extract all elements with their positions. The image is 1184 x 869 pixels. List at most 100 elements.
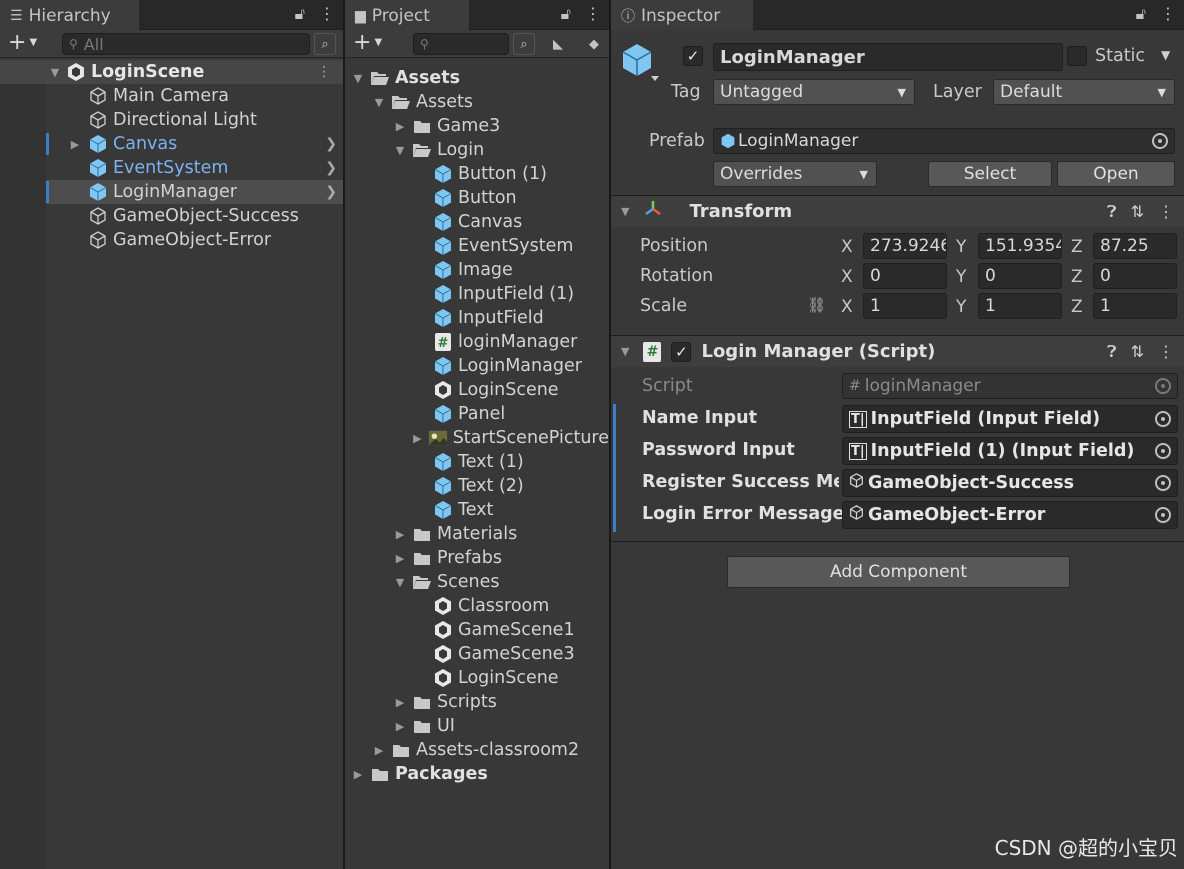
project-item[interactable]: ▶ Prefabs: [345, 546, 609, 570]
project-item[interactable]: Text (2): [345, 474, 609, 498]
project-item[interactable]: # loginManager: [345, 330, 609, 354]
hierarchy-search-input[interactable]: ⚲ All: [62, 33, 310, 55]
project-item[interactable]: ▼ Scenes: [345, 570, 609, 594]
hierarchy-item-gameobject-success[interactable]: GameObject-Success: [0, 204, 343, 228]
foldout-arrow-icon[interactable]: ▼: [621, 345, 629, 358]
tab-hierarchy[interactable]: ☰ Hierarchy: [0, 0, 139, 30]
expand-arrow-icon[interactable]: ▶: [393, 528, 407, 541]
chevron-right-icon[interactable]: ❯: [325, 160, 337, 176]
overrides-dropdown[interactable]: Overrides ▼: [713, 161, 877, 187]
project-item[interactable]: ▶ StartScenePicture: [345, 426, 609, 450]
object-picker-icon[interactable]: [1155, 411, 1171, 427]
scene-menu-icon[interactable]: ⋮: [317, 64, 331, 80]
rotation-z-field[interactable]: 0: [1093, 263, 1177, 289]
lock-icon[interactable]: 🔓︎: [1136, 4, 1146, 24]
scale-y-label[interactable]: Y: [956, 297, 966, 317]
active-checkbox[interactable]: ✓: [683, 46, 703, 66]
project-item[interactable]: LoginScene: [345, 378, 609, 402]
expand-arrow-icon[interactable]: ▼: [48, 66, 62, 79]
rotation-x-label[interactable]: X: [841, 267, 853, 287]
hierarchy-item-main-camera[interactable]: Main Camera: [0, 84, 343, 108]
lock-icon[interactable]: 🔓︎: [295, 4, 305, 24]
project-item[interactable]: ▶ UI: [345, 714, 609, 738]
transform-header[interactable]: ▼ Transform ❓︎ ⇅ ⋮: [611, 195, 1184, 227]
tag-dropdown[interactable]: Untagged ▼: [713, 79, 915, 105]
hierarchy-item-loginmanager[interactable]: LoginManager ❯: [0, 180, 343, 204]
expand-arrow-icon[interactable]: ▼: [372, 96, 386, 109]
help-icon[interactable]: ❓︎: [1107, 342, 1117, 362]
prefab-field[interactable]: LoginManager: [713, 128, 1175, 154]
login-error-message-field[interactable]: GameObject-Error: [842, 501, 1178, 529]
expand-arrow-icon[interactable]: ▼: [351, 72, 365, 85]
expand-arrow-icon[interactable]: ▶: [372, 744, 386, 757]
scene-header-row[interactable]: ▼ LoginScene ⋮: [0, 60, 343, 84]
expand-arrow-icon[interactable]: ▶: [68, 138, 82, 151]
expand-arrow-icon[interactable]: ▼: [393, 144, 407, 157]
project-item[interactable]: InputField: [345, 306, 609, 330]
project-item[interactable]: LoginManager: [345, 354, 609, 378]
project-item[interactable]: Panel: [345, 402, 609, 426]
prefab-open-button[interactable]: Open: [1057, 161, 1175, 187]
password-input-field[interactable]: T| InputField (1) (Input Field): [842, 437, 1178, 465]
scale-z-field[interactable]: 1: [1093, 293, 1177, 319]
position-x-label[interactable]: X: [841, 237, 853, 257]
lock-icon[interactable]: 🔓︎: [561, 4, 571, 24]
foldout-arrow-icon[interactable]: ▼: [621, 205, 629, 218]
presets-icon[interactable]: ⇅: [1131, 342, 1144, 361]
project-item[interactable]: Text (1): [345, 450, 609, 474]
name-input-field[interactable]: T| InputField (Input Field): [842, 405, 1178, 433]
filter-by-label-icon[interactable]: ◆: [583, 33, 605, 55]
scale-y-field[interactable]: 1: [978, 293, 1062, 319]
project-item[interactable]: Image: [345, 258, 609, 282]
expand-arrow-icon[interactable]: ▼: [393, 576, 407, 589]
object-picker-icon[interactable]: [1155, 475, 1171, 491]
expand-arrow-icon[interactable]: ▶: [412, 432, 423, 445]
project-item[interactable]: ▶ Game3: [345, 114, 609, 138]
project-item[interactable]: Text: [345, 498, 609, 522]
position-z-field[interactable]: 87.25: [1093, 233, 1177, 259]
more-menu-icon[interactable]: ⋮: [1158, 202, 1174, 221]
position-y-label[interactable]: Y: [956, 237, 966, 257]
search-by-type-button[interactable]: ⌕: [314, 33, 336, 55]
script-component-header[interactable]: ▼ # ✓ Login Manager (Script) ❓︎ ⇅ ⋮: [611, 335, 1184, 367]
expand-arrow-icon[interactable]: ▶: [393, 120, 407, 133]
more-menu-icon[interactable]: ⋮: [319, 4, 335, 24]
presets-icon[interactable]: ⇅: [1131, 202, 1144, 221]
create-dropdown-button[interactable]: + ▼: [353, 32, 382, 54]
gameobject-big-icon[interactable]: [621, 42, 661, 91]
static-checkbox[interactable]: [1067, 46, 1087, 71]
object-name-field[interactable]: LoginManager: [713, 43, 1063, 71]
project-item[interactable]: ▶ Scripts: [345, 690, 609, 714]
layer-dropdown[interactable]: Default ▼: [993, 79, 1175, 105]
expand-arrow-icon[interactable]: ▶: [393, 720, 407, 733]
project-item[interactable]: ▼ Assets: [345, 66, 609, 90]
expand-arrow-icon[interactable]: ▶: [393, 696, 407, 709]
more-menu-icon[interactable]: ⋮: [1160, 4, 1176, 24]
chevron-right-icon[interactable]: ❯: [325, 136, 337, 152]
project-item[interactable]: ▼ Login: [345, 138, 609, 162]
tab-inspector[interactable]: ⓘ Inspector: [611, 0, 753, 30]
help-icon[interactable]: ❓︎: [1107, 202, 1117, 222]
project-item[interactable]: ▶ Packages: [345, 762, 609, 786]
object-picker-icon[interactable]: [1152, 133, 1168, 149]
more-menu-icon[interactable]: ⋮: [585, 4, 601, 24]
position-z-label[interactable]: Z: [1071, 237, 1083, 257]
hierarchy-item-canvas[interactable]: ▶ Canvas ❯: [0, 132, 343, 156]
register-success-message-field[interactable]: GameObject-Success: [842, 469, 1178, 497]
scale-z-label[interactable]: Z: [1071, 297, 1083, 317]
chevron-right-icon[interactable]: ❯: [325, 184, 337, 200]
project-item[interactable]: ▼ Assets: [345, 90, 609, 114]
project-item[interactable]: ▶ Assets-classroom2: [345, 738, 609, 762]
expand-arrow-icon[interactable]: ▶: [393, 552, 407, 565]
project-item[interactable]: GameScene1: [345, 618, 609, 642]
project-item[interactable]: LoginScene: [345, 666, 609, 690]
search-by-type-button[interactable]: ⌕: [513, 33, 535, 55]
position-x-field[interactable]: 273.9246: [863, 233, 947, 259]
project-item[interactable]: Classroom: [345, 594, 609, 618]
project-item[interactable]: GameScene3: [345, 642, 609, 666]
position-y-field[interactable]: 151.9354: [978, 233, 1062, 259]
expand-arrow-icon[interactable]: ▶: [351, 768, 365, 781]
scale-x-label[interactable]: X: [841, 297, 853, 317]
add-component-button[interactable]: Add Component: [727, 556, 1070, 588]
project-item[interactable]: Button (1): [345, 162, 609, 186]
